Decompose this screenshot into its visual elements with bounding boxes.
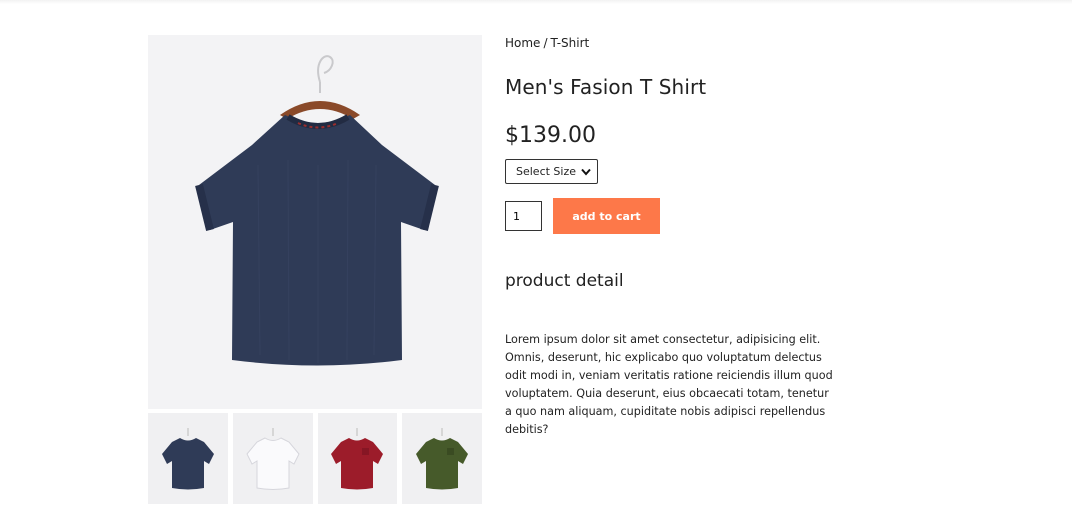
thumbnail-olive[interactable] (402, 413, 482, 504)
tshirt-navy-image (195, 55, 439, 366)
quantity-input[interactable] (505, 201, 542, 231)
breadcrumb-current: T-Shirt (550, 36, 590, 50)
top-bar (0, 0, 1072, 4)
thumbnail-strip (148, 413, 482, 504)
tshirt-red-thumb-icon (331, 427, 384, 489)
size-select[interactable]: Select Size (505, 159, 598, 184)
product-detail-heading: product detail (505, 271, 624, 291)
thumbnail-navy[interactable] (148, 413, 228, 504)
thumbnail-red[interactable] (317, 413, 398, 504)
breadcrumb-separator: / (543, 36, 548, 50)
thumbnail-white[interactable] (232, 413, 313, 504)
chevron-down-icon (581, 168, 591, 176)
product-title: Men's Fasion T Shirt (505, 75, 707, 99)
breadcrumb: Home / T-Shirt (505, 36, 835, 50)
product-description: Lorem ipsum dolor sit amet consectetur, … (505, 333, 833, 436)
main-product-image (148, 35, 482, 409)
tshirt-white-thumb-icon (246, 427, 300, 490)
tshirt-navy-thumb-icon (161, 427, 214, 489)
size-select-value: Select Size (516, 165, 577, 178)
tshirt-olive-thumb-icon (416, 427, 469, 489)
breadcrumb-home-link[interactable]: Home (505, 36, 540, 50)
product-details: Home / T-Shirt Men's Fasion T Shirt $139.0… (505, 35, 835, 450)
cart-row: add to cart (505, 198, 835, 234)
product-price: $139.00 (505, 123, 596, 148)
add-to-cart-button[interactable]: add to cart (553, 198, 660, 234)
